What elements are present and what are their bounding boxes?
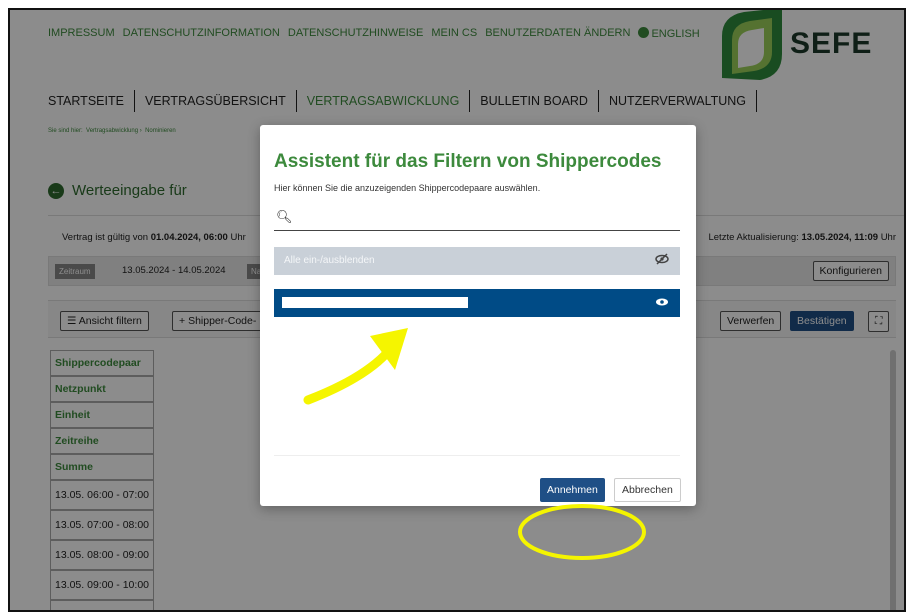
toggle-all-label: Alle ein-/ausblenden [284, 255, 375, 266]
search-row: 🔍︎ [274, 205, 680, 231]
shippercode-pair-row[interactable] [274, 289, 680, 317]
eye-slash-icon[interactable] [654, 251, 670, 267]
shippercode-filter-dialog: Assistent für das Filtern von Shippercod… [260, 125, 696, 506]
dialog-separator [274, 455, 680, 456]
eye-icon[interactable] [654, 294, 670, 310]
cancel-button[interactable]: Abbrechen [614, 478, 681, 502]
redacted-shippercode [282, 297, 468, 308]
accept-button[interactable]: Annehmen [540, 478, 605, 502]
dialog-title: Assistent für das Filtern von Shippercod… [274, 151, 662, 172]
search-input[interactable] [298, 209, 668, 227]
screenshot-frame: IMPRESSUM DATENSCHUTZINFORMATION DATENSC… [8, 8, 906, 612]
toggle-all-row[interactable]: Alle ein-/ausblenden [274, 247, 680, 275]
dialog-subtitle: Hier können Sie die anzuzeigenden Shippe… [274, 183, 541, 193]
search-icon: 🔍︎ [276, 209, 293, 224]
